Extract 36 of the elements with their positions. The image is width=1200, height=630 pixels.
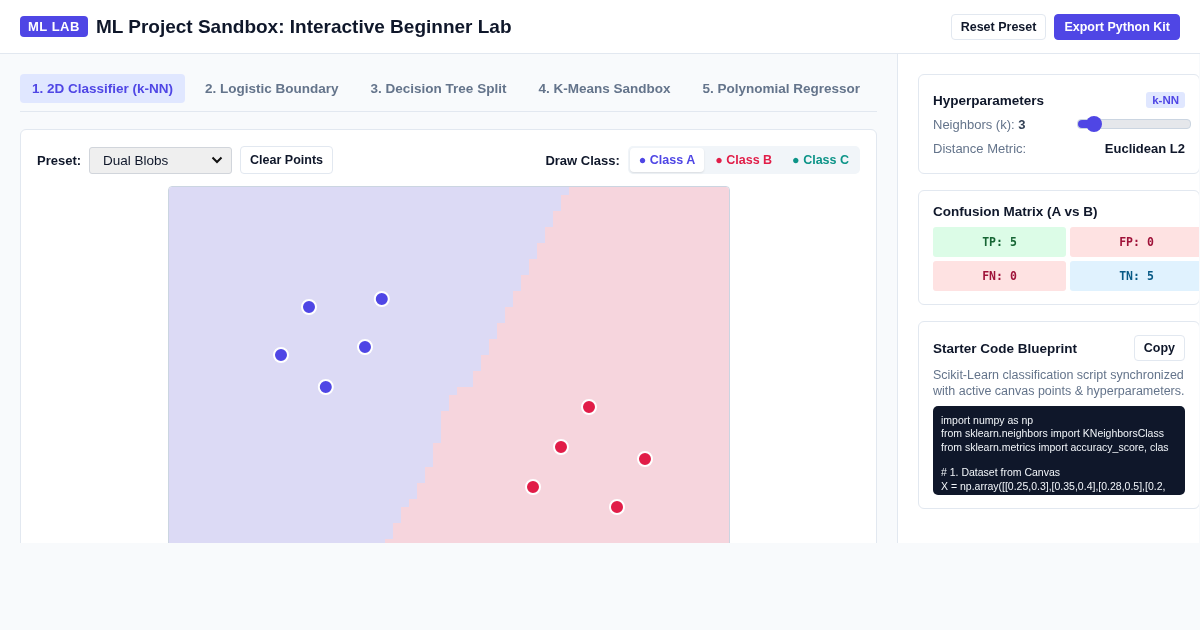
code-line: from sklearn.neighbors import KNeighborsClass: [941, 427, 1165, 441]
neighbors-label: Neighbors (k): 3: [933, 116, 1026, 132]
matrix-cell: TP: 5: [933, 227, 1066, 257]
model-badge: k-NN: [1146, 92, 1185, 108]
header-button[interactable]: Export Python Kit: [1054, 13, 1180, 40]
copy-button[interactable]: Copy: [1133, 335, 1185, 361]
code-line: X = np.array([[0.25,0.3],[0.35,0.4],[0.28,0.5],[0.2,: [941, 479, 1167, 493]
slider-thumb[interactable]: [1085, 116, 1102, 132]
matrix-cell: TN: 5: [1070, 261, 1199, 291]
app-title: ML Project Sandbox: Interactive Beginner Lab: [95, 15, 512, 38]
matrix-cell: FN: 0: [933, 261, 1066, 291]
chevron-icon: [211, 156, 224, 164]
code-description: Scikit-Learn classification script synchronized with active canvas points & hyperparameters.: [933, 367, 1185, 400]
card-title: Confusion Matrix (A vs B): [933, 204, 1099, 219]
header-button[interactable]: Reset Preset: [950, 13, 1047, 40]
tab[interactable]: 4. K-Means Sandbox: [526, 74, 683, 103]
class-toggle[interactable]: ● Class A: [629, 148, 705, 172]
class-toggle[interactable]: ● Class B: [706, 148, 782, 172]
class-toggle[interactable]: ● Class C: [783, 148, 858, 172]
code-line: import numpy as np: [941, 413, 1035, 427]
tab[interactable]: 3. Decision Tree Split: [358, 74, 519, 103]
app-badge: ML LAB: [20, 16, 88, 37]
code-line: from sklearn.metrics import accuracy_score, clas: [941, 440, 1170, 454]
metric-label: Distance Metric:: [933, 140, 1027, 156]
draw-class-label: Draw Class:: [545, 152, 620, 168]
matrix-cell: FP: 0: [1070, 227, 1199, 257]
preset-label: Preset:: [37, 152, 82, 168]
code-line: # 1. Dataset from Canvas: [941, 466, 1062, 480]
tab[interactable]: 5. Polynomial Regressor: [690, 74, 872, 103]
card-title: Hyperparameters: [933, 92, 1045, 108]
card-title: Starter Code Blueprint: [933, 340, 1078, 356]
tab[interactable]: 2. Logistic Boundary: [193, 74, 351, 103]
metric-value: Euclidean L2: [1104, 140, 1185, 156]
preset-dropdown[interactable]: Dual Blobs: [89, 146, 233, 174]
tab[interactable]: 1. 2D Classifier (k-NN): [20, 74, 186, 103]
clear-points-button[interactable]: Clear Points: [240, 146, 333, 174]
